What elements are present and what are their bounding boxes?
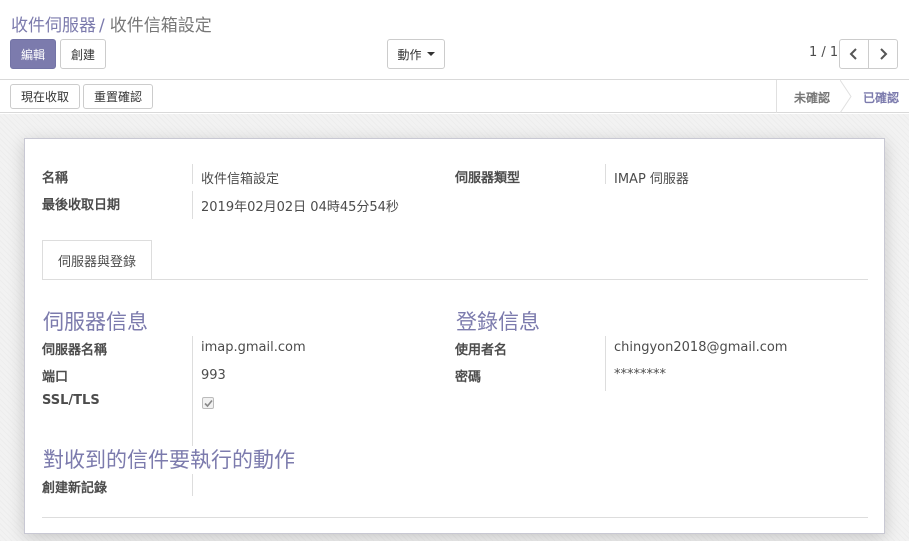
username-value: chingyon2018@gmail.com: [614, 340, 788, 355]
fetch-now-label: 現在收取: [20, 90, 69, 104]
port-label: 端口: [42, 370, 69, 385]
pager-next-button[interactable]: [868, 39, 898, 69]
field-divider: [192, 474, 193, 496]
fetch-now-button[interactable]: 現在收取: [10, 84, 80, 109]
edit-button-label: 編輯: [20, 47, 45, 62]
server-name-value: imap.gmail.com: [201, 340, 306, 355]
checkmark-icon: [203, 399, 213, 407]
stage-arrow-icon: [840, 80, 852, 113]
caret-down-icon: [426, 52, 435, 56]
field-divider: [192, 164, 193, 184]
sheet-bottom-divider: [42, 517, 868, 518]
status-stage-unconfirmed[interactable]: 未確認: [794, 89, 830, 106]
login-info-title: 登錄信息: [456, 310, 540, 334]
reset-confirm-button[interactable]: 重置確認: [83, 84, 153, 109]
action-dropdown-label: 動作: [397, 47, 422, 62]
ssl-tls-checkbox: [202, 397, 214, 409]
statusbar: 現在收取 重置確認 未確認 已確認: [0, 80, 909, 113]
last-fetch-date-label: 最後收取日期: [42, 198, 121, 213]
chevron-left-icon: [849, 48, 857, 60]
tab-server-and-login-label: 伺服器與登錄: [57, 254, 136, 270]
name-label: 名稱: [42, 171, 69, 186]
field-divider: [605, 336, 606, 391]
control-panel: 收件伺服器 / 收件信箱設定 編輯 創建 動作 1 / 1: [0, 0, 909, 80]
tab-server-and-login[interactable]: 伺服器與登錄: [42, 240, 152, 280]
breadcrumb-current: 收件信箱設定: [109, 16, 212, 36]
create-button-label: 創建: [70, 47, 95, 62]
password-label: 密碼: [455, 370, 482, 385]
server-name-label: 伺服器名稱: [42, 343, 108, 358]
ssl-tls-label: SSL/TLS: [42, 393, 100, 408]
name-value: 收件信箱設定: [201, 172, 280, 187]
field-divider: [192, 191, 193, 219]
server-info-title: 伺服器信息: [43, 310, 148, 334]
breadcrumb-separator: /: [99, 16, 105, 36]
chevron-right-icon: [880, 48, 888, 60]
form-sheet: 名稱 收件信箱設定 最後收取日期 2019年02月02日 04時45分54秒 伺…: [24, 138, 885, 534]
field-divider: [192, 336, 193, 446]
password-value: ********: [614, 367, 666, 382]
status-stage-confirmed[interactable]: 已確認: [863, 89, 899, 106]
create-record-label: 創建新記錄: [42, 481, 108, 496]
status-stages: 未確認 已確認: [776, 80, 909, 113]
field-divider: [605, 164, 606, 184]
reset-confirm-label: 重置確認: [93, 90, 142, 104]
breadcrumb-parent-link[interactable]: 收件伺服器: [11, 16, 96, 36]
server-type-label: 伺服器類型: [455, 171, 521, 186]
actions-title: 對收到的信件要執行的動作: [43, 448, 295, 472]
edit-button[interactable]: 編輯: [10, 39, 56, 69]
tab-divider: [42, 279, 868, 280]
pager-value[interactable]: 1 / 1: [809, 45, 838, 60]
port-value: 993: [201, 368, 226, 383]
action-dropdown-button[interactable]: 動作: [387, 39, 445, 69]
username-label: 使用者名: [455, 343, 508, 358]
create-button[interactable]: 創建: [60, 39, 106, 69]
breadcrumb: 收件伺服器 / 收件信箱設定: [11, 11, 212, 36]
server-type-value: IMAP 伺服器: [614, 172, 689, 187]
pager-previous-button[interactable]: [839, 39, 869, 69]
form-content-area: 名稱 收件信箱設定 最後收取日期 2019年02月02日 04時45分54秒 伺…: [0, 114, 909, 541]
last-fetch-date-value: 2019年02月02日 04時45分54秒: [201, 200, 399, 215]
